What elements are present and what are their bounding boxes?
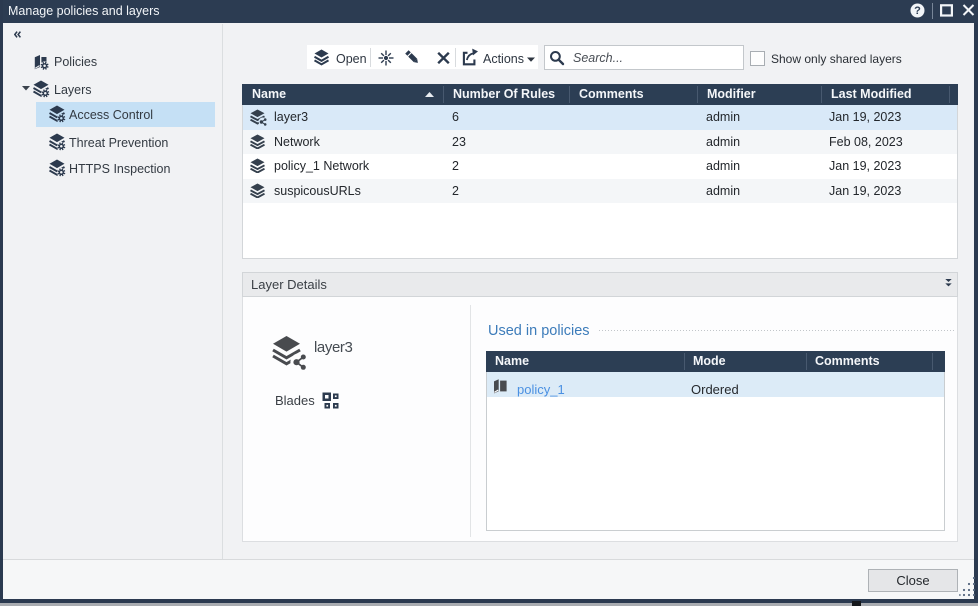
- svg-text:?: ?: [914, 5, 921, 17]
